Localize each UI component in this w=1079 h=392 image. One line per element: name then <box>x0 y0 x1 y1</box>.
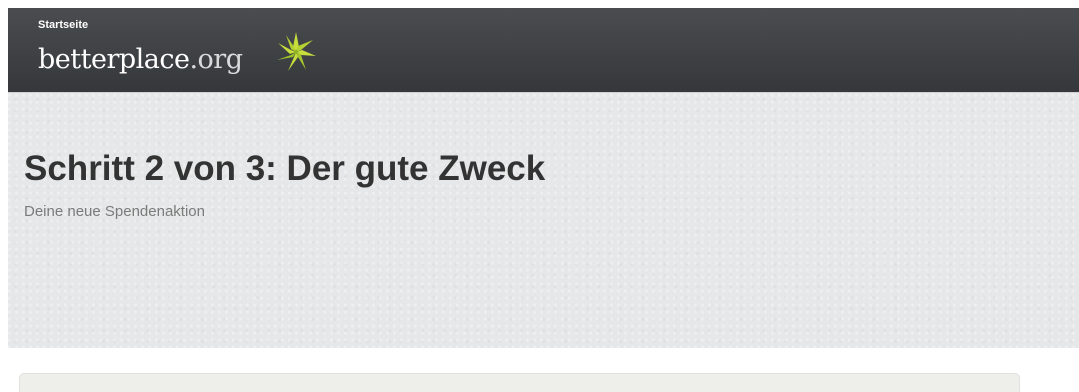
page: Startseite betterplace.org Schritt 2 von… <box>0 0 1079 392</box>
star-logo-icon <box>277 32 316 71</box>
logo-wordmark[interactable]: betterplace.org <box>38 44 243 75</box>
site-header: Startseite betterplace.org <box>8 8 1079 92</box>
content-panel <box>19 373 1020 392</box>
page-subtitle: Deine neue Spendenaktion <box>24 203 205 220</box>
site-logo[interactable]: betterplace.org <box>38 32 338 87</box>
home-label[interactable]: Startseite <box>38 19 88 31</box>
logo-name: betterplace <box>38 44 190 75</box>
logo-suffix: .org <box>189 44 243 75</box>
hero-banner: Schritt 2 von 3: Der gute Zweck Deine ne… <box>8 92 1079 348</box>
page-title: Schritt 2 von 3: Der gute Zweck <box>24 149 546 188</box>
